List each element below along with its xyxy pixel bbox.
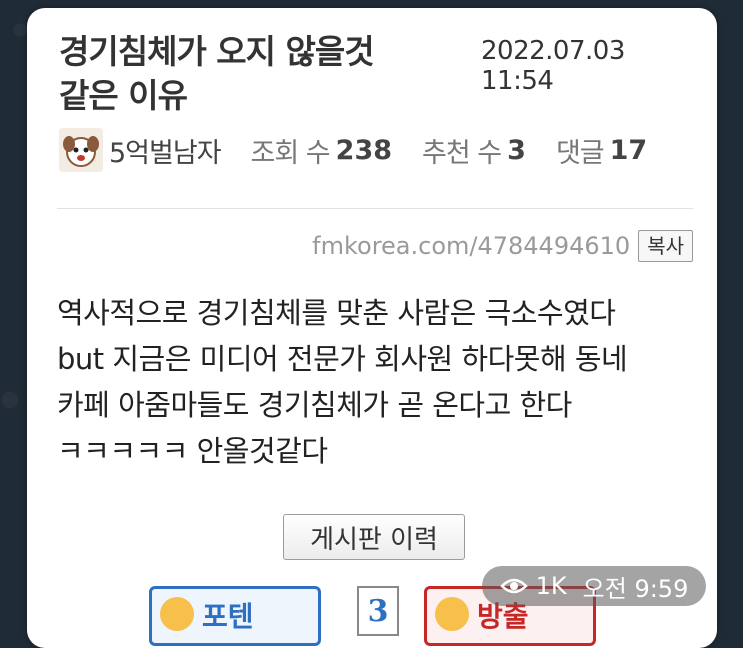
- vote-up-button[interactable]: 포텐: [149, 586, 321, 646]
- body-line: 카페 아줌마들도 경기침체가 곧 온다고 한다: [57, 388, 572, 422]
- author-name[interactable]: 5억벌남자: [109, 131, 222, 170]
- copy-url-button[interactable]: 복사: [638, 230, 693, 262]
- comments-count[interactable]: 17: [610, 135, 648, 166]
- header-divider: [57, 208, 693, 209]
- recommends-count: 3: [507, 134, 526, 166]
- eye-icon: [499, 578, 528, 594]
- body-line: 역사적으로 경기침체를 맞춘 사람은 극소수였다: [57, 296, 616, 330]
- message-time: 오전 9:59: [582, 574, 689, 603]
- body-line: ㅋㅋㅋㅋㅋ 안올것같다: [57, 434, 328, 468]
- forwarded-post-card[interactable]: 경기침체가 오지 않을것 같은 이유 2022.07.03 11:54 5억벌남…: [27, 8, 717, 648]
- post-body: 역사적으로 경기침체를 맞춘 사람은 극소수였다 but 지금은 미디어 전문가…: [57, 290, 707, 474]
- post-header: 경기침체가 오지 않을것 같은 이유 2022.07.03 11:54: [59, 30, 699, 118]
- post-meta: 5억벌남자 조회 수 238 추천 수 3 댓글 17: [59, 126, 677, 174]
- recommends-label: 추천 수: [422, 137, 502, 169]
- vote-up-label: 포텐: [202, 600, 254, 633]
- body-line: but 지금은 미디어 전문가 회사원 하다못해 동네: [57, 342, 628, 376]
- board-history-button[interactable]: 게시판 이력: [283, 514, 465, 560]
- views-label: 조회 수: [250, 137, 331, 169]
- thumbs-up-icon: [160, 597, 194, 631]
- comments-label: 댓글: [555, 137, 605, 169]
- vote-count: 3: [357, 586, 399, 636]
- message-info-overlay: 1K 오전 9:59: [482, 566, 706, 606]
- post-date: 2022.07.03 11:54: [481, 36, 625, 96]
- view-count: 1K: [535, 572, 567, 600]
- views-count: 238: [335, 134, 393, 166]
- url-row: fmkorea.com/4784494610 복사: [312, 230, 693, 262]
- post-url[interactable]: fmkorea.com/4784494610: [312, 232, 630, 260]
- author-avatar: [59, 128, 103, 172]
- thumbs-down-icon: [435, 597, 469, 631]
